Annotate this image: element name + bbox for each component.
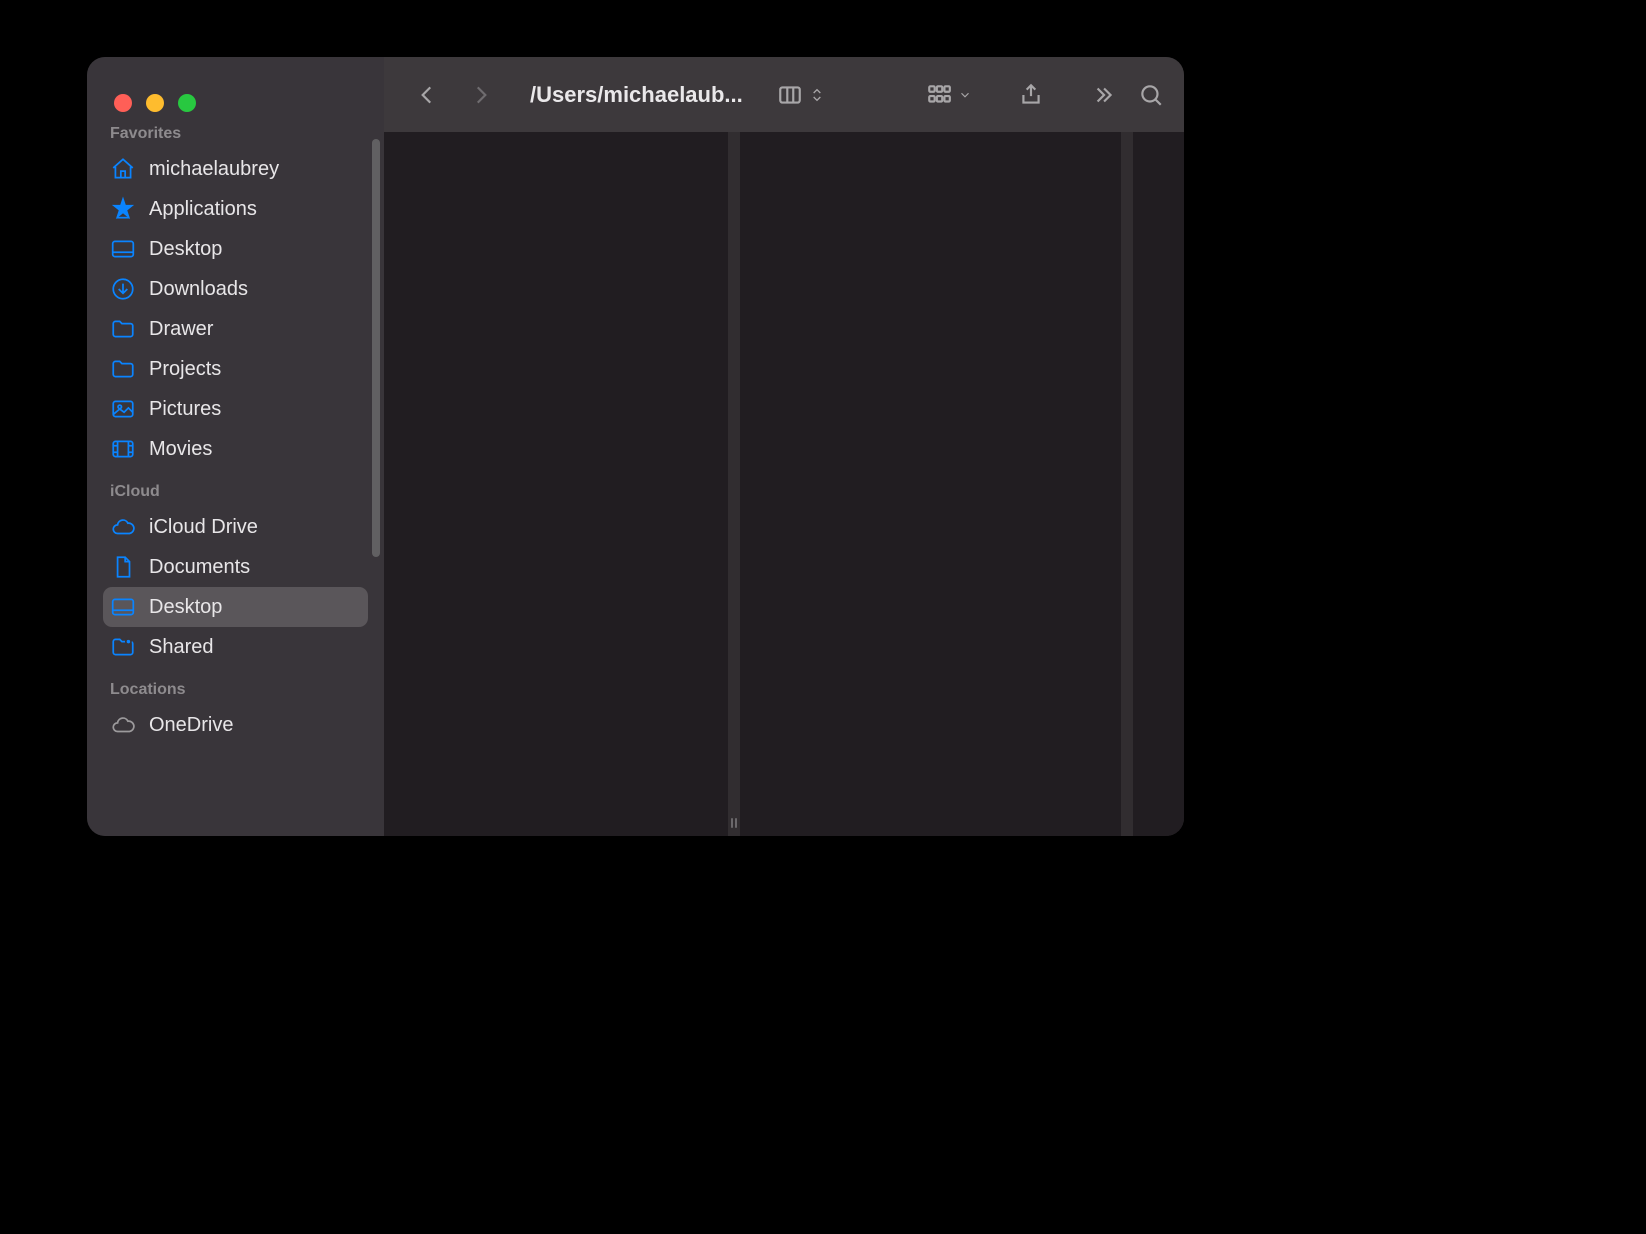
- sidebar-section-heading-locations: Locations: [87, 675, 384, 705]
- sidebar-section-heading-icloud: iCloud: [87, 477, 384, 507]
- overflow-button[interactable]: [1090, 82, 1116, 108]
- column-separator-2[interactable]: [1121, 132, 1133, 836]
- forward-button[interactable]: [468, 82, 494, 108]
- window-controls: [87, 57, 384, 119]
- shared-folder-icon: [110, 634, 136, 660]
- pictures-icon: [110, 396, 136, 422]
- toolbar: /Users/michaelaub...: [384, 57, 1184, 132]
- content-area: [384, 132, 1184, 836]
- columns-view-button[interactable]: [777, 82, 803, 108]
- sidebar-item-home[interactable]: michaelaubrey: [103, 149, 368, 189]
- column-separator-1[interactable]: [728, 132, 740, 836]
- folder-icon: [110, 356, 136, 382]
- search-button[interactable]: [1138, 82, 1164, 108]
- sidebar: Favorites michaelaubrey Applications Des…: [87, 57, 384, 836]
- share-button[interactable]: [1018, 82, 1044, 108]
- sidebar-item-label: iCloud Drive: [149, 516, 258, 539]
- toolbar-right: [914, 82, 1164, 108]
- desktop-icon: [110, 594, 136, 620]
- main-area: /Users/michaelaub...: [384, 57, 1184, 836]
- sidebar-item-label: Projects: [149, 358, 221, 381]
- path-title[interactable]: /Users/michaelaub...: [530, 82, 743, 108]
- apps-icon: [110, 196, 136, 222]
- sidebar-scrollbar[interactable]: [372, 139, 380, 557]
- minimize-button[interactable]: [146, 94, 164, 112]
- sidebar-item-label: Shared: [149, 636, 214, 659]
- finder-window: Favorites michaelaubrey Applications Des…: [87, 57, 1184, 836]
- sidebar-item-icloud-desktop[interactable]: Desktop: [103, 587, 368, 627]
- sidebar-item-projects[interactable]: Projects: [103, 349, 368, 389]
- sidebar-item-label: Desktop: [149, 596, 222, 619]
- cloud-icon: [110, 514, 136, 540]
- nav-buttons: [404, 82, 494, 108]
- sidebar-list-icloud: iCloud Drive Documents Desktop Shared: [87, 507, 384, 667]
- sidebar-item-label: Drawer: [149, 318, 213, 341]
- sidebar-item-movies[interactable]: Movies: [103, 429, 368, 469]
- sidebar-item-label: Movies: [149, 438, 212, 461]
- sidebar-item-desktop[interactable]: Desktop: [103, 229, 368, 269]
- sidebar-item-documents[interactable]: Documents: [103, 547, 368, 587]
- sidebar-section-heading-favorites: Favorites: [87, 119, 384, 149]
- view-mode-chevrons-icon[interactable]: [809, 82, 825, 108]
- document-icon: [110, 554, 136, 580]
- maximize-button[interactable]: [178, 94, 196, 112]
- desktop-icon: [110, 236, 136, 262]
- resize-grip-icon: [730, 818, 738, 832]
- sidebar-item-drawer[interactable]: Drawer: [103, 309, 368, 349]
- column-3[interactable]: [1133, 132, 1184, 836]
- sidebar-item-pictures[interactable]: Pictures: [103, 389, 368, 429]
- sidebar-item-icloud-drive[interactable]: iCloud Drive: [103, 507, 368, 547]
- movies-icon: [110, 436, 136, 462]
- chevron-down-icon: [958, 82, 972, 108]
- sidebar-item-label: Documents: [149, 556, 250, 579]
- sidebar-item-label: michaelaubrey: [149, 158, 279, 181]
- sidebar-item-label: Desktop: [149, 238, 222, 261]
- sidebar-item-shared[interactable]: Shared: [103, 627, 368, 667]
- view-mode-group: [765, 82, 837, 108]
- home-icon: [110, 156, 136, 182]
- downloads-icon: [110, 276, 136, 302]
- sidebar-item-applications[interactable]: Applications: [103, 189, 368, 229]
- sidebar-item-onedrive[interactable]: OneDrive: [103, 705, 368, 745]
- sidebar-list-favorites: michaelaubrey Applications Desktop Downl…: [87, 149, 384, 469]
- sidebar-item-label: OneDrive: [149, 714, 233, 737]
- group-by-control[interactable]: [914, 82, 984, 108]
- sidebar-item-label: Applications: [149, 198, 257, 221]
- sidebar-item-label: Downloads: [149, 278, 248, 301]
- column-1[interactable]: [384, 132, 728, 836]
- back-button[interactable]: [414, 82, 440, 108]
- folder-icon: [110, 316, 136, 342]
- close-button[interactable]: [114, 94, 132, 112]
- cloud-icon: [110, 712, 136, 738]
- sidebar-item-downloads[interactable]: Downloads: [103, 269, 368, 309]
- grid-group-icon: [926, 82, 952, 108]
- column-2[interactable]: [740, 132, 1121, 836]
- sidebar-item-label: Pictures: [149, 398, 221, 421]
- sidebar-list-locations: OneDrive: [87, 705, 384, 745]
